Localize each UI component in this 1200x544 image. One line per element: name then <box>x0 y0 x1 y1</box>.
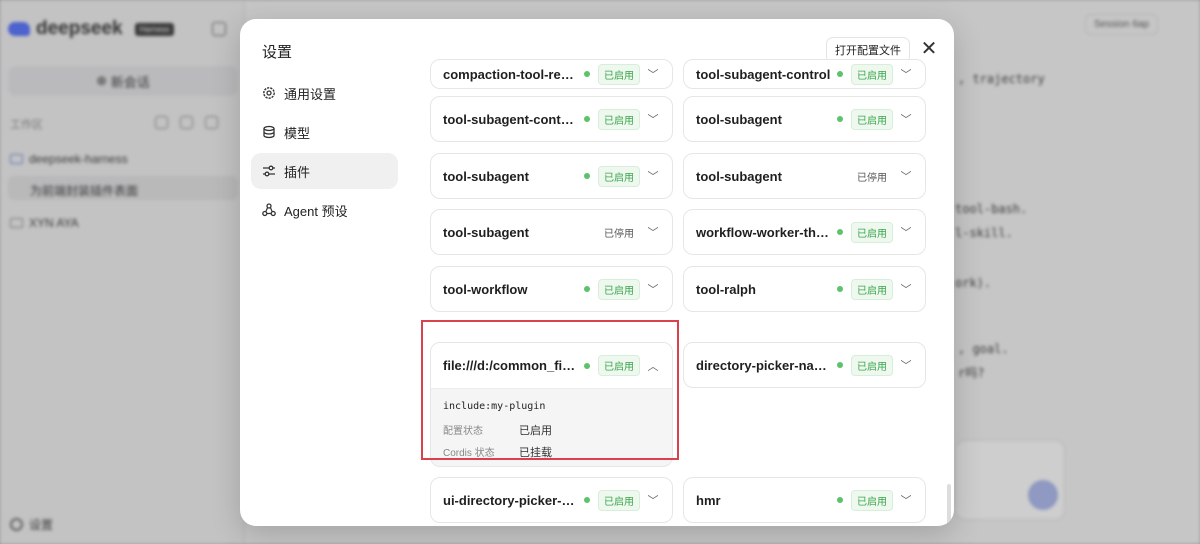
config-state-row: 配置状态 已启用 <box>443 422 660 438</box>
nav-agent-presets[interactable]: Agent 预设 <box>251 192 398 228</box>
include-spec: include:my-plugin <box>443 401 546 412</box>
plugin-name: tool-subagent <box>443 168 529 184</box>
status-dot <box>584 173 590 179</box>
plugin-card[interactable]: workflow-worker-thread 已启用 ﹀ <box>683 209 926 255</box>
plugin-card[interactable]: compaction-tool-result 已启用 ﹀ <box>430 59 673 89</box>
plugin-name: tool-subagent <box>443 224 529 240</box>
chevron-down-icon[interactable]: ﹀ <box>646 111 660 127</box>
status-badge: 已启用 <box>851 221 893 243</box>
chevron-down-icon[interactable]: ﹀ <box>646 492 660 508</box>
cordis-state-row: Cordis 状态 已挂载 <box>443 444 660 460</box>
plugin-card[interactable]: tool-subagent 已启用 ﹀ <box>430 153 673 199</box>
gear-icon <box>262 86 276 100</box>
plugin-name: tool-subagent <box>696 111 782 127</box>
chevron-down-icon[interactable]: ﹀ <box>646 224 660 240</box>
chevron-down-icon[interactable]: ﹀ <box>646 281 660 297</box>
settings-modal: 设置 打开配置文件 ✕ 通用设置 模型 插件 Agent 预设 compacti… <box>240 19 954 526</box>
chevron-down-icon[interactable]: ﹀ <box>899 492 913 508</box>
plugin-name: file:///d:/common_files/my-plugin <box>443 358 578 373</box>
plugin-name: tool-subagent-control-readonly <box>443 111 578 127</box>
plugin-card[interactable]: tool-subagent 已启用 ﹀ <box>683 96 926 142</box>
nav-general[interactable]: 通用设置 <box>251 75 398 111</box>
close-icon[interactable]: ✕ <box>918 39 940 61</box>
chevron-down-icon[interactable]: ﹀ <box>899 281 913 297</box>
chevron-down-icon[interactable]: ﹀ <box>899 168 913 184</box>
nav-general-label: 通用设置 <box>284 86 337 102</box>
nav-plugins[interactable]: 插件 <box>251 153 398 189</box>
plugin-card[interactable]: tool-ralph 已启用 ﹀ <box>683 266 926 312</box>
chevron-down-icon[interactable]: ﹀ <box>899 224 913 240</box>
nav-plugins-label: 插件 <box>284 164 311 180</box>
plugin-name: tool-workflow <box>443 281 528 297</box>
status-dot <box>584 71 590 77</box>
chevron-down-icon[interactable]: ﹀ <box>646 168 660 184</box>
plugin-card[interactable]: tool-subagent-control 已启用 ﹀ <box>683 59 926 89</box>
plugin-name: workflow-worker-thread <box>696 224 831 240</box>
status-badge: 已停用 <box>604 228 634 240</box>
chevron-down-icon[interactable]: ﹀ <box>899 111 913 127</box>
status-dot <box>584 497 590 503</box>
status-dot <box>584 286 590 292</box>
plugin-details: include:my-plugin 配置状态 已启用 Cordis 状态 已挂载 <box>431 389 672 466</box>
plugin-name: compaction-tool-result <box>443 66 578 82</box>
chevron-down-icon[interactable]: ﹀ <box>899 66 913 82</box>
nav-agent-presets-label: Agent 预设 <box>284 203 348 219</box>
plugin-name: tool-subagent <box>696 168 782 184</box>
status-dot <box>584 362 590 369</box>
status-badge: 已启用 <box>598 63 640 85</box>
status-dot <box>837 497 843 503</box>
database-icon <box>262 125 276 139</box>
status-badge: 已启用 <box>598 489 640 511</box>
plugin-card-header[interactable]: file:///d:/common_files/my-plugin 已启用 ︿ <box>431 343 672 389</box>
agent-icon <box>262 203 276 217</box>
sliders-icon <box>262 164 276 178</box>
status-dot <box>837 116 843 122</box>
plugin-name: tool-subagent-control <box>696 66 831 82</box>
plugin-card[interactable]: directory-picker-native 已启用 ﹀ <box>683 342 926 388</box>
status-badge: 已启用 <box>598 108 640 130</box>
status-dot <box>837 286 843 292</box>
plugin-list: compaction-tool-result 已启用 ﹀ tool-subage… <box>430 59 930 526</box>
plugin-card[interactable]: tool-subagent 已停用 ﹀ <box>683 153 926 199</box>
chevron-up-icon[interactable]: ︿ <box>646 358 660 374</box>
status-badge: 已启用 <box>851 108 893 130</box>
settings-nav: 通用设置 模型 插件 Agent 预设 <box>251 75 398 231</box>
status-dot <box>584 116 590 122</box>
nav-models-label: 模型 <box>284 125 311 141</box>
status-badge: 已启用 <box>598 278 640 300</box>
status-badge: 已启用 <box>598 355 640 376</box>
plugin-name: directory-picker-native <box>696 357 831 373</box>
status-badge: 已启用 <box>851 489 893 511</box>
plugin-card[interactable]: hmr 已启用 ﹀ <box>683 477 926 523</box>
plugin-card[interactable]: tool-subagent-control-readonly 已启用 ﹀ <box>430 96 673 142</box>
config-state-label: 配置状态 <box>443 426 483 437</box>
status-dot <box>837 229 843 235</box>
chevron-down-icon[interactable]: ﹀ <box>899 357 913 373</box>
plugin-name: ui-directory-picker-native <box>443 492 578 508</box>
status-badge: 已启用 <box>851 278 893 300</box>
plugin-name: tool-ralph <box>696 281 756 297</box>
nav-models[interactable]: 模型 <box>251 114 398 150</box>
status-badge: 已启用 <box>851 354 893 376</box>
chevron-down-icon[interactable]: ﹀ <box>646 66 660 82</box>
config-state-value: 已启用 <box>519 425 552 437</box>
modal-title: 设置 <box>262 44 293 61</box>
status-badge: 已启用 <box>598 165 640 187</box>
plugin-card-expanded: file:///d:/common_files/my-plugin 已启用 ︿ … <box>430 342 673 467</box>
status-dot <box>837 71 843 77</box>
scrollbar-thumb[interactable] <box>947 484 951 524</box>
plugin-card[interactable]: ui-directory-picker-native 已启用 ﹀ <box>430 477 673 523</box>
status-dot <box>837 362 843 368</box>
plugin-card[interactable]: tool-subagent 已停用 ﹀ <box>430 209 673 255</box>
cordis-state-value: 已挂载 <box>519 447 552 459</box>
plugin-card[interactable]: tool-workflow 已启用 ﹀ <box>430 266 673 312</box>
status-badge: 已启用 <box>851 63 893 85</box>
cordis-state-label: Cordis 状态 <box>443 448 495 459</box>
plugin-name: hmr <box>696 492 721 508</box>
status-badge: 已停用 <box>857 172 887 184</box>
